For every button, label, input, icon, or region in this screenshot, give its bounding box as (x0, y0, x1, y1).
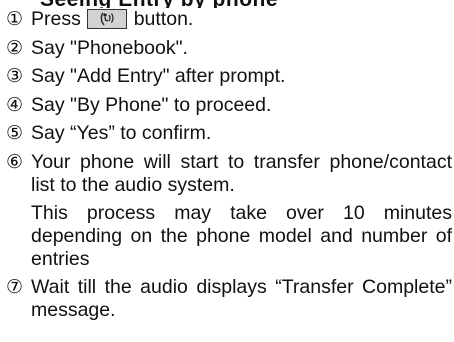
step-7-text: Wait till the audio displays “Transfer C… (31, 276, 452, 321)
cutoff-heading-text: Seeing Entry by phone (40, 0, 278, 8)
step-7: ⑦ Wait till the audio displays “Transfer… (6, 276, 452, 322)
step-number: ⑤ (6, 123, 24, 144)
step-number: ④ (6, 94, 24, 116)
step-4-text: Say "By Phone" to proceed. (31, 93, 272, 116)
step-number: ② (6, 37, 24, 59)
step-6: ⑥ Your phone will start to transfer phon… (6, 151, 452, 271)
step-5-text: Say “Yes” to confirm. (31, 122, 212, 144)
step-4: ④ Say "By Phone" to proceed. (6, 94, 452, 117)
step-1: ① Press button. (6, 8, 452, 31)
step-number: ⑦ (6, 277, 24, 298)
step-5: ⑤ Say “Yes” to confirm. (6, 122, 452, 145)
step-6-text: Your phone will start to transfer phone/… (31, 150, 452, 196)
step-number: ⑥ (6, 151, 24, 173)
step-3-text: Say "Add Entry" after prompt. (31, 65, 286, 87)
instruction-steps: ① Press button. ② Say "Phonebook". ③ Say… (6, 8, 452, 328)
step-1-text-after: button. (133, 8, 194, 30)
step-1-text-before: Press (31, 8, 81, 30)
step-number: ③ (6, 66, 24, 87)
voice-talk-icon (100, 12, 114, 26)
step-6-note: This process may take over 10 minutes de… (31, 201, 452, 270)
step-number: ① (6, 9, 24, 30)
step-2-text: Say "Phonebook". (31, 36, 188, 59)
cutoff-heading: Seeing Entry by phone (0, 0, 454, 8)
voice-talk-button-icon (87, 9, 128, 29)
step-3: ③ Say "Add Entry" after prompt. (6, 65, 452, 88)
step-2: ② Say "Phonebook". (6, 37, 452, 60)
